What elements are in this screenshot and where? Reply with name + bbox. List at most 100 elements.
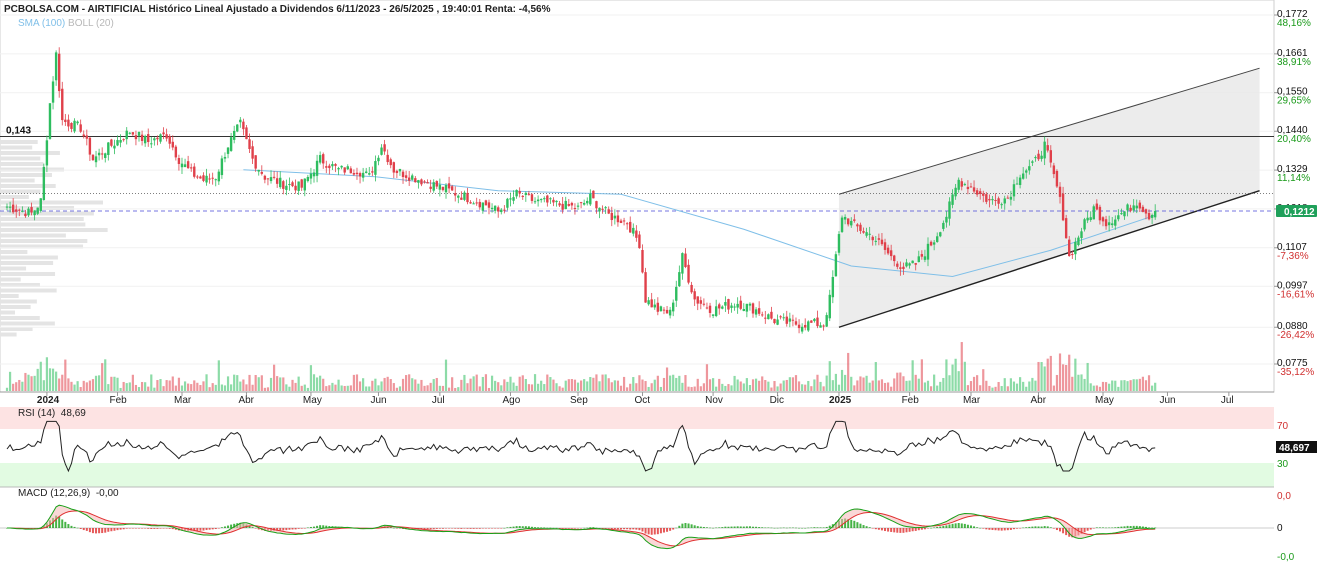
x-tick-label: Abr [238,395,254,406]
macd-histogram-bar [1019,528,1022,529]
candle-body [1089,217,1092,220]
volume-bar [454,387,457,391]
macd-histogram-bar [303,528,306,529]
candle-body [518,190,521,194]
candle-body [208,178,211,180]
macd-histogram-bar [549,527,552,529]
macd-histogram-bar [675,527,678,529]
macd-histogram-bar [1114,527,1117,528]
candle-body [128,132,131,134]
macd-histogram-bar [785,527,788,529]
volume-bar [708,379,712,391]
candle-body [539,199,543,201]
macd-histogram-bar [460,528,463,529]
volume-bar [893,378,896,391]
candle-body [721,306,724,309]
candle-body [595,201,598,209]
volume-bar [36,368,39,391]
candle-body [497,207,500,212]
volume-bar [632,377,635,391]
macd-histogram-bar [463,528,466,529]
candle-body [641,249,644,273]
macd-histogram-bar [1025,527,1028,528]
candle-body [880,239,884,245]
macd-histogram-bar [494,528,497,529]
volume-bar [847,352,850,391]
volume-bar [552,379,555,391]
macd-histogram-bar [727,526,730,528]
volume-bar [441,385,445,391]
candle-body [33,210,36,216]
volume-bar [727,384,730,391]
x-tick-label: May [1095,395,1114,406]
macd-histogram-bar [398,528,401,529]
macd-label: MACD (12,26,9) [18,488,91,499]
macd-histogram-bar [973,526,976,528]
candle-body [493,205,497,211]
volume-bar [144,382,147,391]
channel-fill [838,68,1260,328]
macd-histogram-bar [573,528,576,529]
chart-title: PCBOLSA.COM - AIRTIFICIAL Histórico Line… [4,4,551,15]
candle-body [699,300,703,304]
candle-body [447,183,451,189]
volume-bar [886,382,890,391]
candle-body [1012,184,1016,197]
volume-bar [659,386,663,391]
candle-body [325,166,328,168]
volume-bar [592,377,595,391]
candle-body [546,195,549,203]
macd-histogram-bar [285,528,288,531]
volume-bar [819,381,822,391]
candle-body [272,176,276,178]
macd-histogram-bar [991,528,994,531]
macd-histogram-bar [1123,526,1126,528]
candle-body [30,207,33,213]
volume-profile-bar [0,167,64,172]
candle-body [21,210,24,212]
candle-body [552,199,555,203]
candle-body [530,194,534,201]
candle-body [592,190,595,199]
macd-histogram-bar [503,527,506,529]
volume-bar [850,376,853,391]
volume-bar [429,382,432,391]
candle-body [140,134,144,141]
volume-bar [1049,355,1052,391]
candle-body [395,170,399,174]
candle-body [1031,161,1034,163]
volume-bar [890,386,893,391]
candle-body [306,176,310,182]
volume-bar [589,376,592,391]
macd-histogram-bar [88,528,91,533]
macd-histogram-bar [1111,527,1114,529]
price-pct-label: 20,40% [1277,134,1311,145]
volume-bar [684,375,687,391]
candle-body [282,181,285,189]
volume-bar [153,387,156,391]
candle-body [610,212,613,221]
candle-body [150,143,153,145]
volume-bar [555,383,558,391]
macd-histogram-bar [982,528,985,529]
candle-body [573,208,577,210]
candle-body [920,254,924,257]
candle-body [420,179,423,185]
volume-bar [426,385,429,391]
candle-body [506,198,509,208]
volume-bar [917,378,920,391]
macd-histogram-bar [948,524,951,528]
candle-body [110,139,113,146]
volume-bar [233,374,236,391]
macd-histogram-bar [395,528,398,529]
macd-histogram-bar [211,528,214,530]
volume-bar [810,386,813,391]
volume-bar [561,387,564,391]
candle-body [1040,155,1043,159]
macd-histogram-bar [1135,525,1138,528]
price-axis: 0,177248,16%0,166138,91%0,155029,65%0,14… [1274,9,1314,378]
candle-body [315,160,319,176]
macd-histogram-bar [613,528,616,530]
candle-body [859,224,862,231]
candle-body [263,175,267,180]
